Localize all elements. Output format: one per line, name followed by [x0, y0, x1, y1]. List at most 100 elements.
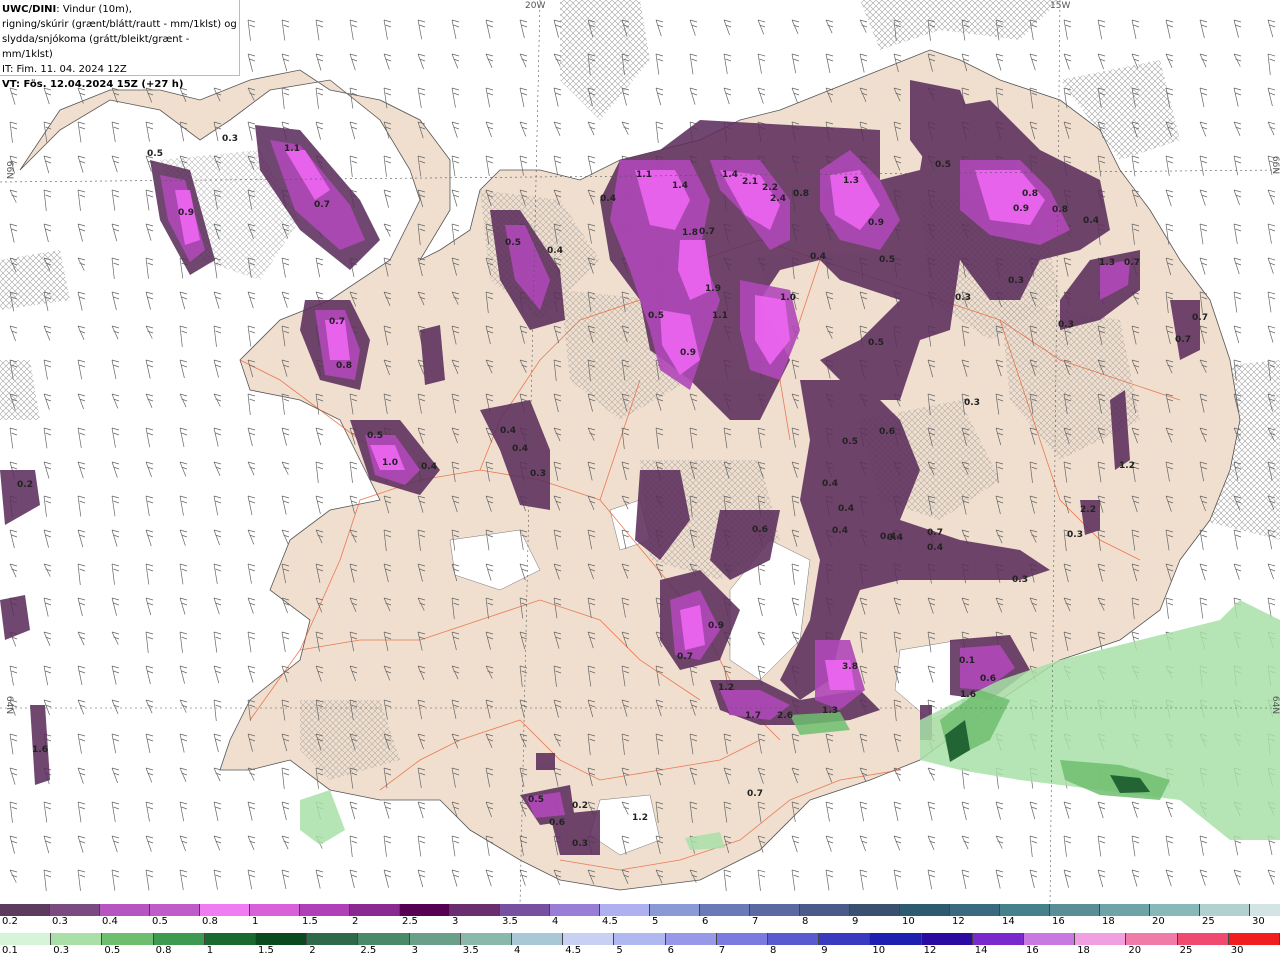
- precip-value-label: 0.8: [1022, 189, 1038, 199]
- precip-value-label: 0.4: [421, 462, 437, 472]
- legend-tick-label: 3.5: [462, 945, 479, 956]
- snow-color-legend: 0.2 0.3 0.4 0.5 0.8 1 1.5 2 2.5 3 3.5 4 4.5 5 6 7 8 9 10 12…: [0, 904, 1280, 927]
- legend-tick-label: 1.5: [258, 945, 274, 956]
- precip-value-label: 1.0: [780, 293, 796, 303]
- model-name: UWC/DINI: [2, 4, 57, 15]
- precip-value-label: 0.8: [793, 189, 809, 199]
- precip-value-label: 0.7: [329, 317, 345, 327]
- legend-swatch: [307, 933, 359, 945]
- legend-tick-label: 10: [902, 916, 915, 927]
- legend-tick-label: 7: [752, 916, 759, 927]
- legend-swatch: [400, 904, 450, 916]
- legend-tick-label: 2.5: [360, 945, 377, 956]
- precip-value-label: 1.6: [960, 690, 976, 700]
- precip-value-label: 0.5: [505, 238, 521, 248]
- precip-value-label: 1.8: [682, 228, 698, 238]
- legend-tick-label: 16: [1026, 945, 1039, 956]
- precip-value-label: 1.4: [722, 170, 738, 180]
- precip-value-label: 1.2: [1119, 461, 1135, 471]
- legend-tick-label: 6: [702, 916, 709, 927]
- precip-value-label: 0.9: [1013, 204, 1029, 214]
- precip-value-label: 0.3: [964, 398, 980, 408]
- legend-tick-label: 0.8: [202, 916, 218, 927]
- legend-swatch: [1024, 933, 1076, 945]
- legend-tick-label: 0.5: [104, 945, 121, 956]
- legend-swatch: [150, 904, 200, 916]
- legend-swatch: [700, 904, 750, 916]
- legend-tick-label: 18: [1077, 945, 1090, 956]
- precip-value-label: 0.7: [747, 789, 763, 799]
- valid-time: VT: Fös. 12.04.2024 15Z (+27 h): [2, 79, 184, 90]
- legend-swatch: [204, 933, 256, 945]
- legend-tick-label: 12: [923, 945, 937, 956]
- legend-swatch: [614, 933, 666, 945]
- legend-tick-label: 7: [718, 945, 726, 956]
- legend-swatch: [51, 933, 103, 945]
- legend-tick-label: 5: [616, 945, 623, 956]
- legend-tick-label: 14: [1002, 916, 1015, 927]
- legend-tick-label: 1.5: [302, 916, 318, 927]
- precipitation-map: 0.3 1.1 0.7 0.5 0.9 0.7 0.8 1.0 0.4 0.5 0.4 0.4 0.3 0…: [0, 0, 1280, 905]
- legend-tick-label: 0.5: [152, 916, 168, 927]
- precip-value-label: 0.5: [868, 338, 884, 348]
- legend-tick-label: 3: [411, 945, 418, 956]
- legend-swatch: [650, 904, 700, 916]
- legend-swatch: [300, 904, 350, 916]
- legend-tick-label: 8: [770, 945, 777, 956]
- precip-value-label: 0.5: [528, 795, 544, 805]
- legend-swatch: [512, 933, 564, 945]
- legend-tick-label: 9: [821, 945, 828, 956]
- precip-value-label: 1.2: [718, 683, 734, 693]
- legend-tick-label: 3: [452, 916, 459, 927]
- legend-swatch: [1150, 904, 1200, 916]
- legend-tick-label: 30: [1252, 916, 1265, 927]
- precip-value-label: 0.4: [927, 543, 943, 553]
- lon-label-15w: 15W: [1050, 1, 1071, 11]
- legend-tick-label: 8: [802, 916, 809, 927]
- legend-tick-label: 12: [952, 916, 965, 927]
- precip-value-label: 0.3: [1008, 276, 1024, 286]
- legend-swatch: [153, 933, 205, 945]
- legend-swatch: [870, 933, 922, 945]
- lat-label-66n-right: 66N: [1270, 155, 1280, 175]
- precip-value-label: 1.6: [32, 745, 48, 755]
- legend-tick-label: 0.4: [102, 916, 118, 927]
- legend-swatch: [768, 933, 820, 945]
- precip-value-label: 1.4: [672, 181, 688, 191]
- precip-value-label: 0.7: [1192, 313, 1208, 323]
- precip-value-label: 0.4: [838, 504, 854, 514]
- precip-value-label: 1.7: [745, 711, 761, 721]
- legend-swatch: [1200, 904, 1250, 916]
- legend-tick-label: 4: [514, 945, 521, 956]
- legend-swatch: [1126, 933, 1178, 945]
- legend-swatch: [256, 933, 308, 945]
- precip-value-label: 0.3: [1058, 320, 1074, 330]
- legend-swatch: [200, 904, 250, 916]
- legend-swatch: [850, 904, 900, 916]
- map-title-box: UWC/DINI: Vindur (10m), rigning/skúrir (…: [0, 0, 240, 90]
- precip-value-label: 0.4: [500, 426, 516, 436]
- precip-value-label: 0.8: [1052, 205, 1068, 215]
- legend-swatch: [450, 904, 500, 916]
- legend-tick-label: 25: [1202, 916, 1215, 927]
- legend-tick-label: 0.3: [53, 945, 70, 956]
- legend-swatch: [358, 933, 410, 945]
- lon-label-20w: 20W: [525, 1, 546, 11]
- legend-swatch: [350, 904, 400, 916]
- legend-tick-label: 30: [1230, 945, 1244, 956]
- legend-swatch: [1100, 904, 1150, 916]
- legend-swatch: [1250, 904, 1280, 916]
- precip-value-label: 0.9: [708, 621, 724, 631]
- legend-tick-label: 4: [552, 916, 559, 927]
- precip-value-label: 0.6: [752, 525, 768, 535]
- legend-tick-label: 2: [352, 916, 359, 927]
- precip-value-label: 0.6: [549, 818, 565, 828]
- precip-value-label: 0.9: [178, 208, 194, 218]
- legend-tick-label: 0.8: [155, 945, 172, 956]
- legend-swatch: [921, 933, 973, 945]
- precip-value-label: 2.4: [770, 194, 786, 204]
- legend-swatch: [900, 904, 950, 916]
- precip-value-label: 0.7: [1175, 335, 1191, 345]
- legend-tick-label: 1: [252, 916, 259, 927]
- precip-value-label: 1.0: [382, 458, 398, 468]
